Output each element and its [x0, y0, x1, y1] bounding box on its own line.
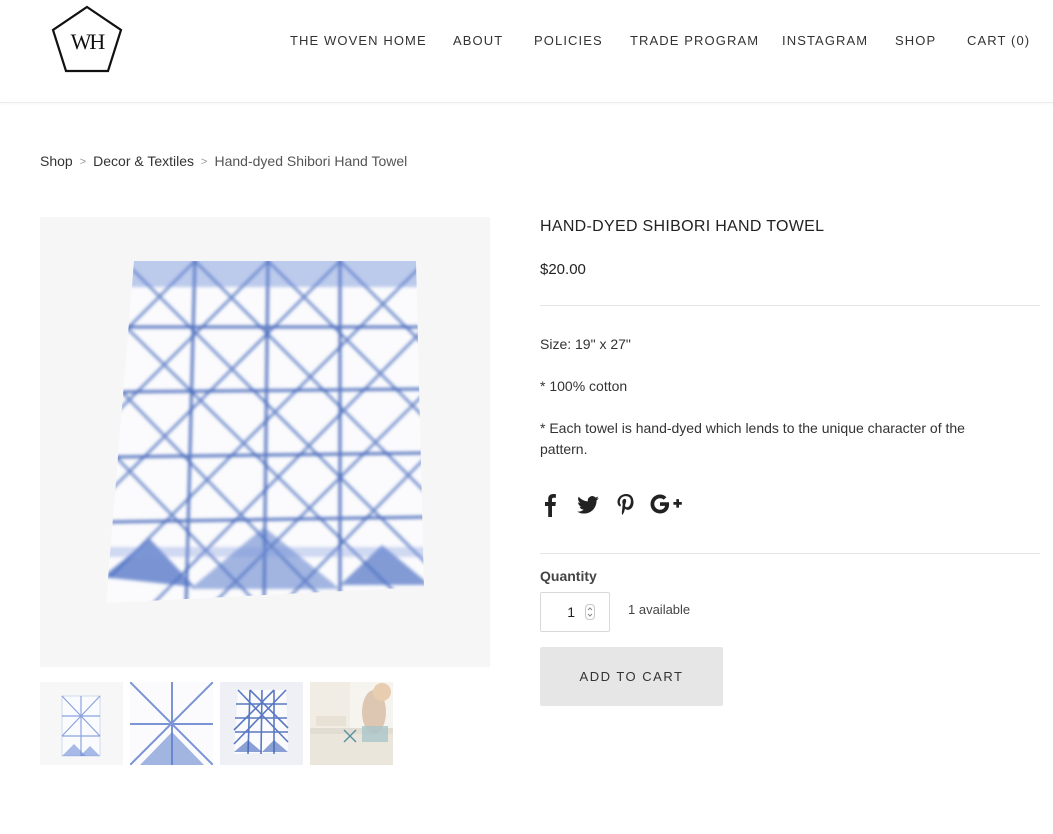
quantity-stepper[interactable]: 1	[540, 592, 610, 632]
facebook-icon[interactable]	[543, 493, 557, 522]
thumbnail-towel-folded-image	[61, 695, 101, 757]
nav-item-about[interactable]: ABOUT	[453, 33, 503, 48]
divider	[540, 553, 1040, 554]
breadcrumb-separator: >	[79, 156, 87, 168]
thumbnail-4[interactable]	[310, 682, 393, 765]
product-main-image[interactable]	[40, 217, 490, 667]
logo-text: WH	[70, 29, 106, 54]
thumbnail-2[interactable]	[130, 682, 213, 765]
nav-item-policies[interactable]: POLICIES	[534, 33, 603, 48]
nav-item-the-woven-home[interactable]: THE WOVEN HOME	[290, 33, 427, 48]
breadcrumb: Shop > Decor & Textiles > Hand-dyed Shibori …	[40, 153, 407, 169]
nav-item-shop[interactable]: SHOP	[895, 33, 936, 48]
breadcrumb-separator: >	[201, 156, 208, 168]
pinterest-icon[interactable]	[617, 494, 635, 521]
quantity-value[interactable]: 1	[567, 604, 575, 620]
thumbnail-lifestyle-kitchen-image	[310, 682, 393, 765]
thumbnail-1[interactable]	[40, 682, 123, 765]
site-header: WH THE WOVEN HOME ABOUT POLICIES TRADE P…	[0, 0, 1053, 103]
nav-item-cart[interactable]: CART (0)	[967, 33, 1030, 48]
thumbnail-3[interactable]	[220, 682, 303, 765]
product-dye-note: * Each towel is hand-dyed which lends to…	[540, 420, 965, 457]
add-to-cart-button[interactable]: ADD TO CART	[540, 647, 723, 706]
breadcrumb-shop[interactable]: Shop	[40, 153, 73, 169]
nav-item-instagram[interactable]: INSTAGRAM	[782, 33, 868, 48]
product-material: * 100% cotton	[540, 378, 628, 394]
thumbnail-towel-detail-image	[130, 682, 213, 765]
divider	[540, 305, 1040, 306]
thumbnail-towel-grid-image	[233, 689, 289, 755]
shibori-towel-image	[106, 261, 424, 603]
availability-text: 1 available	[628, 602, 691, 617]
quantity-spinner-icon[interactable]	[585, 604, 595, 620]
product-price: $20.00	[540, 261, 586, 278]
google-plus-icon[interactable]	[649, 492, 683, 521]
twitter-icon[interactable]	[577, 496, 599, 519]
quantity-label: Quantity	[540, 568, 597, 584]
product-title: HAND-DYED SHIBORI HAND TOWEL	[540, 218, 825, 235]
breadcrumb-current: Hand-dyed Shibori Hand Towel	[214, 153, 408, 169]
site-logo[interactable]: WH	[50, 5, 124, 75]
nav-item-trade-program[interactable]: TRADE PROGRAM	[630, 33, 759, 48]
product-size: Size: 19" x 27"	[540, 336, 631, 352]
breadcrumb-decor-textiles[interactable]: Decor & Textiles	[93, 153, 194, 169]
